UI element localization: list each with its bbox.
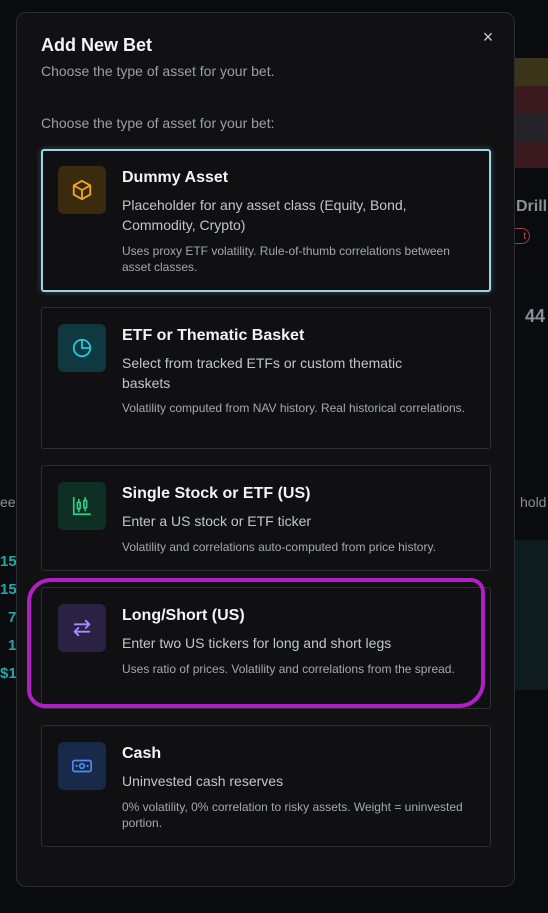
section-label: Choose the type of asset for your bet: (41, 115, 275, 131)
bg-left-text: ee (0, 494, 16, 510)
bg-number: 15 (0, 553, 17, 570)
option-title: Single Stock or ETF (US) (122, 485, 311, 502)
bg-right-number: 44 (525, 306, 546, 326)
option-note: Uses ratio of prices. Volatility and cor… (122, 662, 455, 676)
candlestick-icon (58, 482, 106, 530)
option-etf-basket[interactable]: ETF or Thematic Basket Select from track… (41, 307, 491, 449)
bg-number: $1 (0, 665, 17, 682)
add-bet-dialog: Add New Bet Choose the type of asset for… (16, 12, 515, 887)
arrows-swap-icon (58, 604, 106, 652)
option-note: Uses proxy ETF volatility. Rule-of-thumb… (122, 244, 450, 274)
option-title: ETF or Thematic Basket (122, 327, 305, 344)
bg-number: 15 (0, 581, 17, 598)
option-cash[interactable]: Cash Uninvested cash reserves 0% volatil… (41, 725, 491, 847)
option-description: Placeholder for any asset class (Equity,… (122, 197, 407, 233)
option-title: Dummy Asset (122, 169, 229, 186)
cube-icon (58, 166, 106, 214)
option-single-stock[interactable]: Single Stock or ETF (US) Enter a US stoc… (41, 465, 491, 571)
bg-right-text: hold (520, 494, 547, 510)
option-description: Enter a US stock or ETF ticker (122, 513, 312, 529)
option-description: Uninvested cash reserves (122, 773, 284, 789)
pie-chart-icon (58, 324, 106, 372)
dialog-subtitle: Choose the type of asset for your bet. (41, 63, 275, 79)
option-title: Cash (122, 745, 162, 762)
dialog-title: Add New Bet (41, 35, 153, 55)
option-dummy-asset[interactable]: Dummy Asset Placeholder for any asset cl… (41, 149, 491, 292)
option-description: Select from tracked ETFs or custom thema… (122, 355, 403, 391)
bg-drill-label: Drill (516, 198, 548, 215)
option-description: Enter two US tickers for long and short … (122, 635, 392, 651)
banknote-icon (58, 742, 106, 790)
option-long-short[interactable]: Long/Short (US) Enter two US tickers for… (41, 587, 491, 709)
option-title: Long/Short (US) (122, 607, 245, 624)
option-note: Volatility computed from NAV history. Re… (122, 401, 466, 415)
option-note: Volatility and correlations auto-compute… (122, 540, 436, 554)
option-note: 0% volatility, 0% correlation to risky a… (122, 800, 463, 830)
close-icon[interactable]: × (478, 27, 498, 47)
